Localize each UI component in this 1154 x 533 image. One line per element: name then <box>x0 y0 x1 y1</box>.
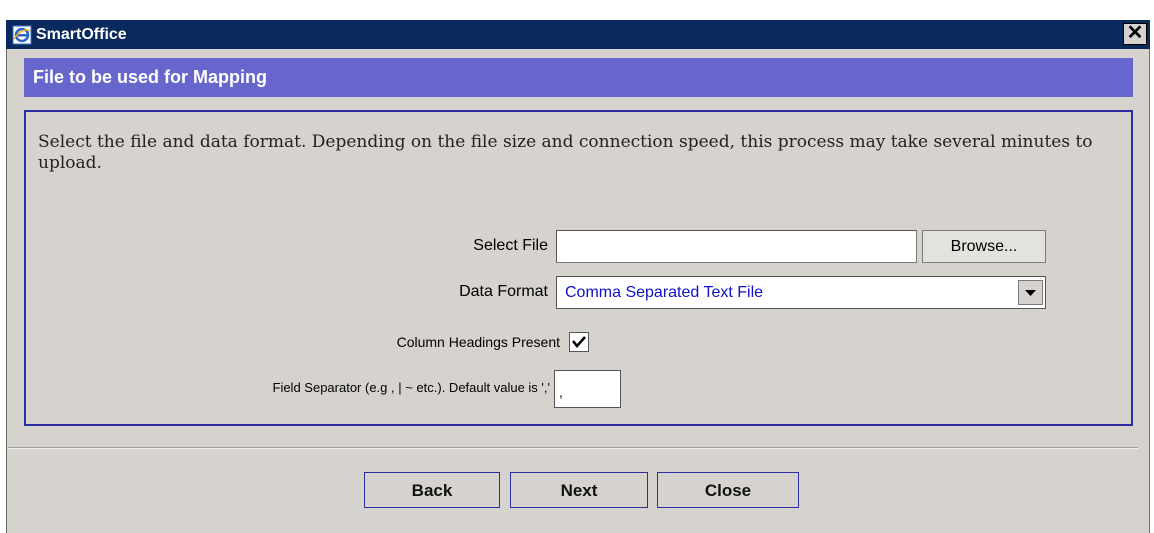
dropdown-arrow-icon[interactable] <box>1018 280 1043 305</box>
select-file-input[interactable] <box>556 230 917 263</box>
form-panel: Select the file and data format. Dependi… <box>24 110 1133 426</box>
next-button[interactable]: Next <box>510 472 648 508</box>
field-separator-label: Field Separator (e.g , | ~ etc.). Defaul… <box>272 380 551 395</box>
section-header: File to be used for Mapping <box>24 58 1133 97</box>
data-format-select[interactable]: Comma Separated Text File <box>556 276 1046 309</box>
ie-app-icon <box>12 25 32 45</box>
checkmark-icon <box>572 336 586 348</box>
title-bar: SmartOffice ✕ <box>6 20 1150 49</box>
data-format-value: Comma Separated Text File <box>565 284 764 301</box>
instructions-text: Select the file and data format. Dependi… <box>38 132 1093 173</box>
field-separator-input[interactable]: , <box>554 370 621 408</box>
browse-button[interactable]: Browse... <box>922 230 1046 263</box>
footer-divider <box>8 447 1138 449</box>
data-format-label: Data Format <box>459 283 548 300</box>
column-headings-label: Column Headings Present <box>396 334 560 350</box>
back-button[interactable]: Back <box>364 472 500 508</box>
close-button[interactable]: Close <box>657 472 799 508</box>
column-headings-checkbox[interactable] <box>569 332 589 352</box>
window-title: SmartOffice <box>36 26 127 43</box>
window-close-button[interactable]: ✕ <box>1123 23 1147 45</box>
select-file-label: Select File <box>473 237 548 254</box>
